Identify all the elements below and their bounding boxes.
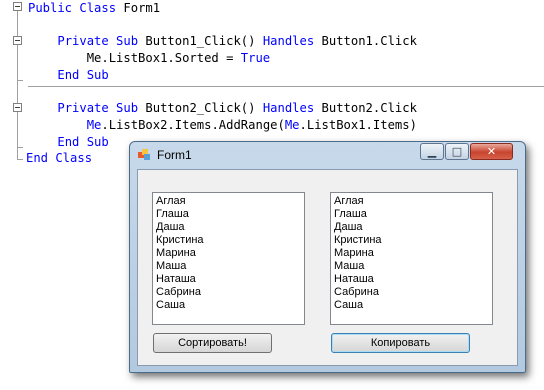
list-item[interactable]: Даша bbox=[334, 221, 489, 234]
code-keyword: Public Class bbox=[28, 1, 124, 15]
form-app-icon bbox=[138, 149, 150, 160]
maximize-icon: □ bbox=[451, 145, 463, 158]
listbox2[interactable]: Аглая Глаша Даша Кристина Марина Маша На… bbox=[330, 192, 493, 325]
code-keyword: Private Sub bbox=[57, 101, 146, 115]
close-button[interactable]: ✕ bbox=[470, 143, 513, 160]
code-line[interactable]: End Sub bbox=[28, 67, 109, 84]
code-line[interactable]: Private Sub Button1_Click() Handles Butt… bbox=[28, 33, 417, 50]
code-line[interactable]: End Sub bbox=[28, 134, 109, 151]
outline-end-sub1 bbox=[17, 80, 23, 81]
code-line[interactable]: End Class bbox=[26, 150, 92, 167]
close-icon: ✕ bbox=[486, 145, 497, 158]
code-keyword: End Class bbox=[26, 151, 93, 165]
minimize-button[interactable]: ▁ bbox=[420, 143, 444, 160]
form1-window[interactable]: Form1 ▁ □ ✕ Аглая Глаша Даша Кристина Ма… bbox=[129, 141, 526, 373]
code-line[interactable]: Private Sub Button2_Click() Handles Butt… bbox=[28, 100, 417, 117]
code-line[interactable]: Me.ListBox1.Sorted = True bbox=[28, 50, 270, 67]
list-item[interactable]: Кристина bbox=[334, 234, 489, 247]
code-keyword: Handles bbox=[262, 34, 322, 48]
listbox1[interactable]: Аглая Глаша Даша Кристина Марина Маша На… bbox=[152, 192, 305, 325]
code-keyword: Private Sub bbox=[57, 34, 146, 48]
list-item[interactable]: Глаша bbox=[334, 208, 489, 221]
method-separator bbox=[28, 86, 544, 87]
code-keyword: Handles bbox=[262, 101, 322, 115]
code-token: Button2.Click bbox=[321, 101, 417, 115]
list-item[interactable]: Марина bbox=[334, 247, 489, 260]
code-token: Button1_Click() bbox=[145, 34, 263, 48]
list-item[interactable]: Даша bbox=[156, 221, 301, 234]
list-item[interactable]: Наташа bbox=[334, 273, 489, 286]
list-item[interactable]: Маша bbox=[334, 260, 489, 273]
code-token: Me bbox=[28, 51, 102, 65]
list-item[interactable]: Аглая bbox=[156, 195, 301, 208]
form-client-area: Аглая Глаша Даша Кристина Марина Маша На… bbox=[137, 169, 518, 366]
code-token: Form1 bbox=[123, 1, 161, 15]
list-item[interactable]: Сабрина bbox=[334, 286, 489, 299]
outline-line bbox=[17, 11, 18, 159]
list-item[interactable]: Глаша bbox=[156, 208, 301, 221]
list-item[interactable]: Маша bbox=[156, 260, 301, 273]
code-keyword: Me bbox=[86, 118, 102, 132]
code-keyword: Me bbox=[284, 118, 300, 132]
collapse-class-icon[interactable] bbox=[13, 2, 22, 11]
code-token: .ListBox2.Items.AddRange( bbox=[101, 118, 285, 132]
code-keyword: True bbox=[240, 51, 271, 65]
collapse-sub1-icon[interactable] bbox=[13, 36, 22, 45]
outline-end-class bbox=[17, 159, 23, 160]
collapse-sub2-icon[interactable] bbox=[13, 103, 22, 112]
code-keyword: End Sub bbox=[57, 135, 109, 149]
maximize-button[interactable]: □ bbox=[445, 143, 469, 160]
code-line[interactable]: Public Class Form1 bbox=[28, 0, 160, 17]
list-item[interactable]: Аглая bbox=[334, 195, 489, 208]
code-token: .ListBox1.Items) bbox=[299, 118, 417, 132]
window-title: Form1 bbox=[157, 148, 192, 162]
outline-end-sub2 bbox=[17, 147, 23, 148]
code-line[interactable]: Me.ListBox2.Items.AddRange(Me.ListBox1.I… bbox=[28, 117, 417, 134]
sort-button[interactable]: Сортировать! bbox=[153, 333, 272, 353]
list-item[interactable]: Кристина bbox=[156, 234, 301, 247]
list-item[interactable]: Наташа bbox=[156, 273, 301, 286]
code-token: Button1.Click bbox=[321, 34, 417, 48]
copy-button[interactable]: Копировать bbox=[331, 333, 470, 353]
code-token: .ListBox1.Sorted = bbox=[101, 51, 241, 65]
list-item[interactable]: Марина bbox=[156, 247, 301, 260]
code-token: Button2_Click() bbox=[145, 101, 263, 115]
list-item[interactable]: Саша bbox=[156, 299, 301, 312]
list-item[interactable]: Сабрина bbox=[156, 286, 301, 299]
title-bar[interactable]: Form1 ▁ □ ✕ bbox=[130, 142, 525, 168]
code-keyword: End Sub bbox=[57, 68, 109, 82]
minimize-icon: ▁ bbox=[427, 145, 437, 158]
list-item[interactable]: Саша bbox=[334, 299, 489, 312]
